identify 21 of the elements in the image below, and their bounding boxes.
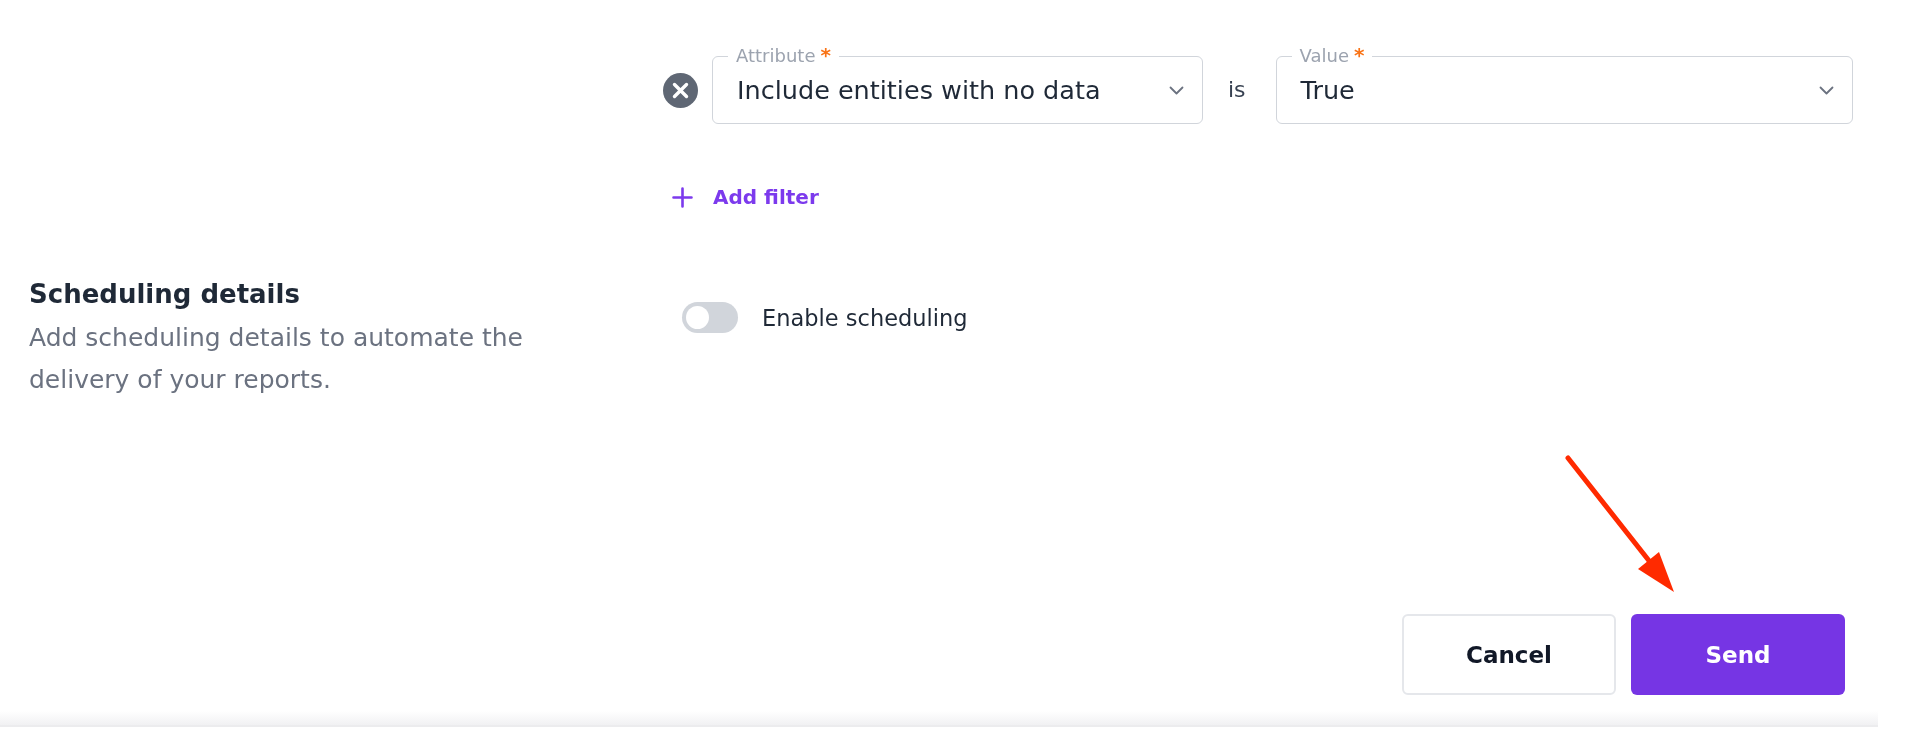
field-label: Attribute (736, 46, 816, 66)
remove-filter-button[interactable] (663, 73, 698, 108)
section-title: Scheduling details (29, 278, 301, 311)
plus-icon (672, 186, 693, 208)
dropdown-select[interactable]: Attribute * Include entities with no data (712, 46, 1203, 124)
operator-text: is (1228, 77, 1246, 102)
close-icon (663, 73, 698, 108)
field-label: Value (1299, 46, 1349, 66)
selected-value: Include entities with no data (737, 75, 1102, 105)
toggle-switch[interactable] (682, 302, 738, 333)
chevron-down-icon (1169, 85, 1184, 95)
selected-value: True (1300, 75, 1356, 105)
chevron-down-icon (1819, 85, 1834, 95)
send-button[interactable]: Send (1631, 614, 1845, 695)
cancel-button[interactable]: Cancel (1402, 614, 1616, 695)
add-filter-button[interactable]: Add filter (672, 185, 819, 209)
section-description: Add scheduling details to automate the delivery of your reports. (29, 322, 524, 396)
dropdown-select[interactable]: Value * True (1275, 46, 1853, 124)
toggle-label: Enable scheduling (762, 304, 968, 331)
required-mark: * (1354, 46, 1365, 64)
required-mark: * (820, 46, 831, 64)
